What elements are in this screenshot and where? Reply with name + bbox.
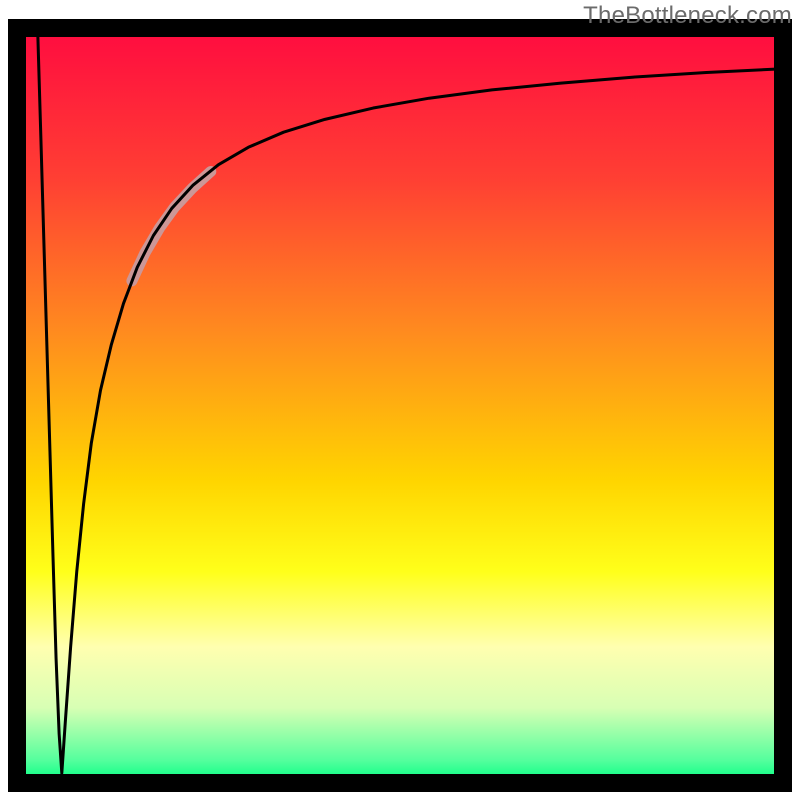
watermark-text: TheBottleneck.com	[583, 2, 792, 30]
chart-svg	[0, 0, 800, 800]
chart-container: TheBottleneck.com	[0, 0, 800, 800]
gradient-background	[17, 28, 783, 783]
